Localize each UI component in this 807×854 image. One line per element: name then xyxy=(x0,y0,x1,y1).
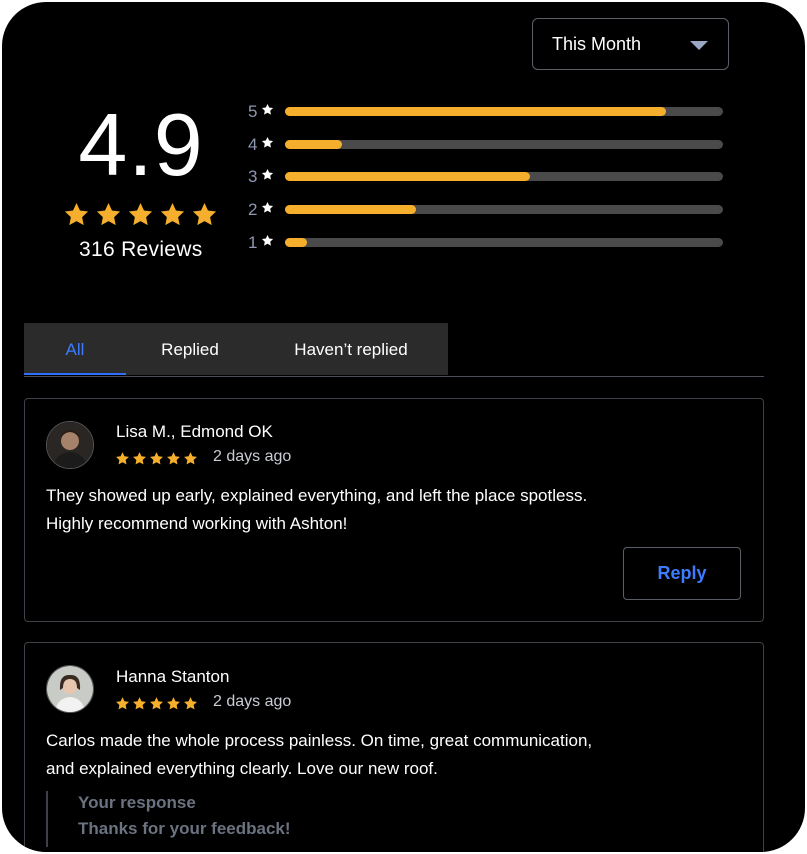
rating-bar-fill xyxy=(285,205,417,214)
tab-havent-replied[interactable]: Haven’t replied xyxy=(254,323,448,375)
tab-replied[interactable]: Replied xyxy=(126,323,254,375)
review-stars xyxy=(115,451,198,466)
star-icon xyxy=(116,697,129,710)
star-icon xyxy=(261,168,274,180)
response-title: Your response xyxy=(78,793,196,812)
review-date: 2 days ago xyxy=(213,693,292,710)
response-text: Thanks for your feedback! xyxy=(78,819,291,838)
star-icon xyxy=(160,203,185,226)
rating-bar-track xyxy=(285,172,723,181)
review-date: 2 days ago xyxy=(213,448,292,465)
star-icon xyxy=(167,697,180,710)
star-icon xyxy=(133,452,146,465)
star-icon xyxy=(184,452,197,465)
star-icon xyxy=(116,452,129,465)
owner-response: Your response Thanks for your feedback! xyxy=(46,791,448,847)
rating-row-label: 1 xyxy=(248,233,258,252)
review-text-line: and explained everything clearly. Love o… xyxy=(46,759,438,778)
review-count: 316 Reviews xyxy=(79,238,203,261)
rating-bar-fill xyxy=(285,172,531,181)
rating-bar-fill xyxy=(285,238,307,247)
star-icon xyxy=(261,201,274,213)
rating-row-label: 4 xyxy=(248,135,258,154)
avatar xyxy=(46,665,94,713)
avatar xyxy=(46,421,94,469)
tab-all[interactable]: All xyxy=(24,323,126,375)
star-icon xyxy=(192,203,217,226)
rating-bar-track xyxy=(285,140,723,149)
review-text-line: They showed up early, explained everythi… xyxy=(46,486,588,505)
caret-down-icon xyxy=(690,41,708,50)
star-icon xyxy=(96,203,121,226)
reviewer-name: Lisa M., Edmond OK xyxy=(116,422,273,441)
rating-bar-track xyxy=(285,107,723,116)
star-icon xyxy=(64,203,89,226)
review-text: They showed up early, explained everythi… xyxy=(46,482,726,538)
rating-bar-track xyxy=(285,205,723,214)
rating-row-label: 2 xyxy=(248,200,258,219)
star-icon xyxy=(150,452,163,465)
period-dropdown[interactable]: This Month xyxy=(532,18,729,70)
reviews-panel: This Month 4.9 316 Reviews 5 4 3 2 1 All… xyxy=(2,2,805,852)
review-text-line: Carlos made the whole process painless. … xyxy=(46,731,593,750)
rating-bar-fill xyxy=(285,107,667,116)
star-icon xyxy=(150,697,163,710)
rating-row-label: 5 xyxy=(248,102,258,121)
star-icon xyxy=(184,697,197,710)
review-card: Hanna Stanton 2 days ago Carlos made the… xyxy=(24,642,764,852)
review-stars xyxy=(115,696,198,711)
rating-bar-track xyxy=(285,238,723,247)
summary-stars xyxy=(63,201,218,228)
review-card: Lisa M., Edmond OK 2 days ago They showe… xyxy=(24,398,764,622)
star-icon xyxy=(167,452,180,465)
star-icon xyxy=(261,234,274,246)
period-dropdown-value: This Month xyxy=(552,34,642,54)
star-icon xyxy=(133,697,146,710)
reviewer-name: Hanna Stanton xyxy=(116,667,230,686)
review-text-line: Highly recommend working with Ashton! xyxy=(46,514,348,533)
star-icon xyxy=(128,203,153,226)
reply-button[interactable]: Reply xyxy=(623,547,741,600)
rating-row-label: 3 xyxy=(248,167,258,186)
star-icon xyxy=(261,103,274,115)
star-icon xyxy=(261,136,274,148)
review-tabs: All Replied Haven’t replied xyxy=(24,323,764,377)
review-text: Carlos made the whole process painless. … xyxy=(46,727,726,783)
rating-bar-fill xyxy=(285,140,342,149)
average-rating: 4.9 xyxy=(78,95,204,194)
